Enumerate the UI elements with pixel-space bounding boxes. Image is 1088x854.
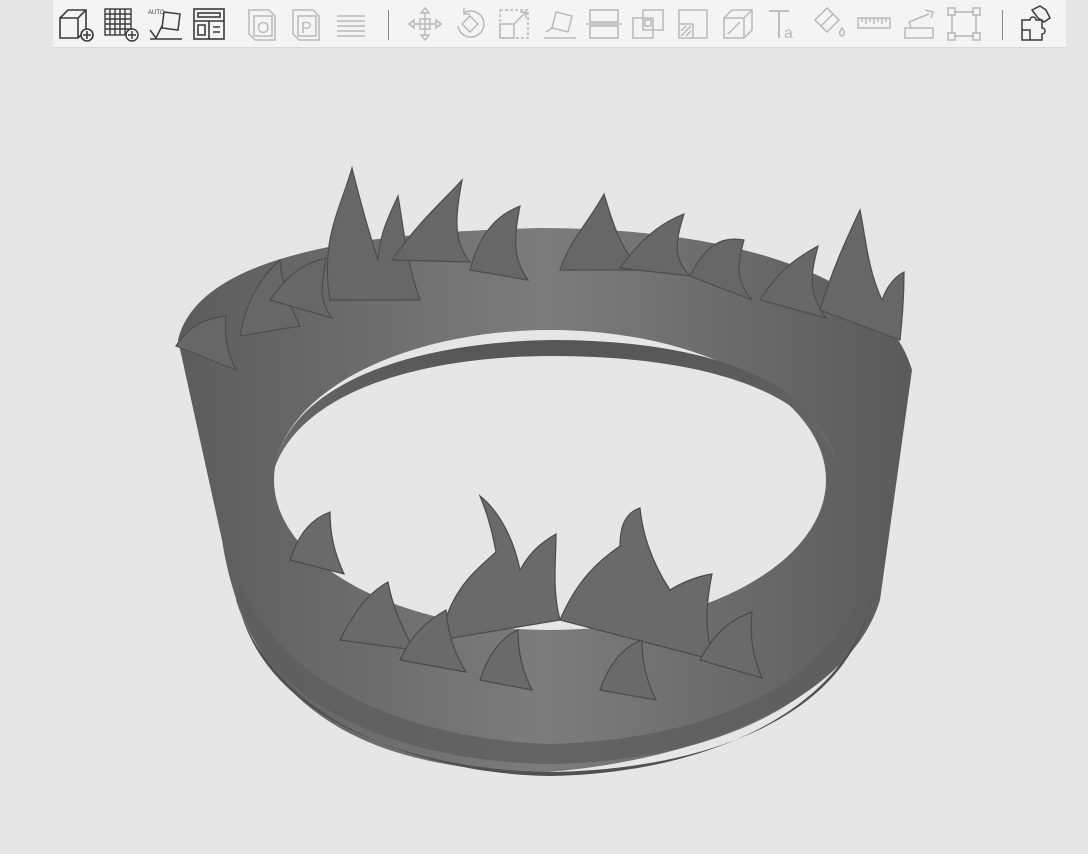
object-mode-icon: O — [248, 9, 276, 41]
text-emboss-label: a — [784, 25, 793, 42]
auto-label: AUTO — [148, 10, 165, 16]
part-mode-label: P — [301, 20, 312, 37]
layout-panels-icon — [193, 8, 225, 40]
scale-icon — [499, 9, 529, 39]
main-toolbar: AUTO O P a — [53, 0, 1066, 48]
text-emboss-icon: a — [769, 10, 793, 42]
add-grid-array-button[interactable] — [101, 4, 141, 44]
rotate-button[interactable] — [450, 4, 490, 44]
color-paint-button[interactable] — [809, 4, 849, 44]
part-mode-button[interactable]: P — [287, 4, 327, 44]
auto-arrange-icon: AUTO — [148, 10, 182, 40]
support-paint-icon — [632, 9, 664, 39]
lay-flat-icon — [544, 11, 576, 39]
auto-arrange-button[interactable]: AUTO — [146, 4, 186, 44]
measure-icon — [857, 17, 891, 29]
layout-panels-button[interactable] — [189, 4, 229, 44]
crown-model[interactable] — [0, 48, 1088, 854]
hollow-button[interactable] — [718, 4, 758, 44]
part-mode-icon: P — [292, 9, 320, 41]
move-button[interactable] — [405, 4, 445, 44]
build-plate-scene[interactable] — [0, 48, 1088, 854]
assembly-button[interactable] — [899, 4, 939, 44]
toolbar-separator — [388, 10, 389, 40]
3d-viewport[interactable]: AUTO O P a — [0, 0, 1088, 854]
layers-icon — [337, 15, 365, 37]
add-model-button[interactable] — [56, 4, 96, 44]
measure-button[interactable] — [854, 4, 894, 44]
rotate-icon — [457, 8, 485, 38]
split-parts-button[interactable] — [1016, 4, 1056, 44]
hollow-icon — [723, 9, 753, 39]
add-grid-array-icon — [104, 8, 139, 42]
layers-button[interactable] — [331, 4, 371, 44]
object-mode-label: O — [257, 20, 269, 37]
split-parts-icon — [1021, 5, 1051, 41]
text-emboss-button[interactable]: a — [763, 4, 803, 44]
color-paint-icon — [813, 6, 845, 37]
support-paint-button[interactable] — [629, 4, 669, 44]
fit-view-button[interactable] — [944, 4, 984, 44]
add-model-icon — [59, 9, 94, 42]
cut-icon — [586, 9, 622, 39]
seam-paint-button[interactable] — [673, 4, 713, 44]
cut-button[interactable] — [584, 4, 624, 44]
object-mode-button[interactable]: O — [243, 4, 283, 44]
move-icon — [407, 6, 443, 42]
toolbar-separator — [1002, 10, 1003, 40]
lay-flat-button[interactable] — [540, 4, 580, 44]
fit-view-icon — [947, 7, 981, 41]
scale-button[interactable] — [494, 4, 534, 44]
seam-paint-icon — [678, 9, 708, 39]
assembly-icon — [904, 9, 934, 39]
